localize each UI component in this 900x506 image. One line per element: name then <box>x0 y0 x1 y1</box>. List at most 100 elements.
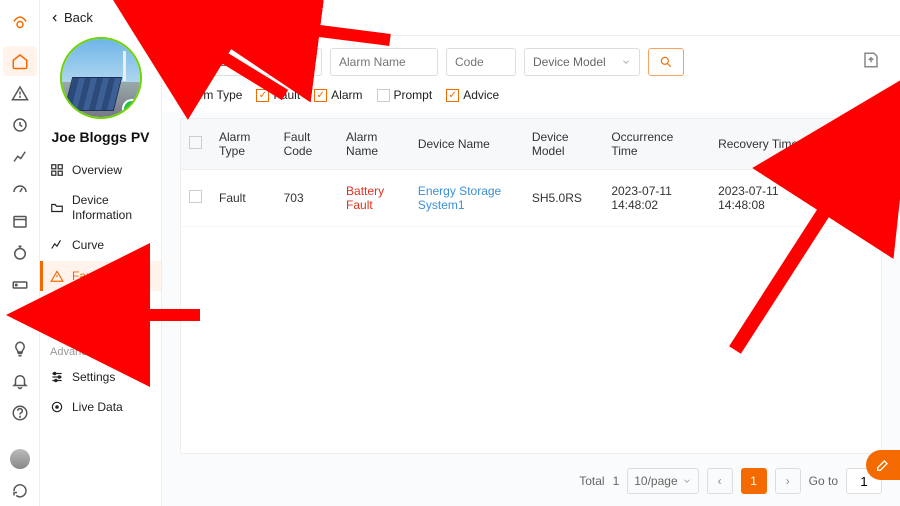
calendar-icon <box>191 56 203 68</box>
goto-label: Go to <box>809 474 838 488</box>
rail-help-icon[interactable] <box>3 398 37 428</box>
alert-icon <box>50 269 64 283</box>
plant-avatar-wrap: ✓ <box>40 33 161 125</box>
perpage-select[interactable]: 10/page <box>627 468 698 494</box>
sidebar-item-label: Overview <box>72 163 122 177</box>
sidebar-item-live-data[interactable]: Live Data <box>40 392 161 422</box>
search-button[interactable] <box>648 48 684 76</box>
page-number[interactable]: 1 <box>741 468 767 494</box>
filter-chk-fault[interactable]: ✓Fault <box>256 88 300 102</box>
row-detail-button[interactable] <box>820 194 836 208</box>
main-panel: Active Fault History 2023 Device Model A… <box>162 0 900 506</box>
gear-icon <box>50 306 64 320</box>
sliders-icon <box>50 370 64 384</box>
filter-chk-advice[interactable]: ✓Advice <box>446 88 499 102</box>
cell-alarm-type: Fault <box>211 170 276 227</box>
chevron-left-icon <box>50 13 60 23</box>
rail-gauge-icon[interactable] <box>3 174 37 204</box>
sidebar-item-label: Device Information <box>72 193 151 222</box>
col-operation: Operation <box>812 119 881 170</box>
rail-timer-icon[interactable] <box>3 238 37 268</box>
rail-clock-icon[interactable] <box>3 110 37 140</box>
edit-icon <box>875 457 891 473</box>
rail-chart-icon[interactable] <box>3 142 37 172</box>
chevron-down-icon <box>682 476 692 486</box>
sidebar-item-settings[interactable]: Settings <box>40 362 161 392</box>
fault-table: Alarm Type Fault Code Alarm Name Device … <box>180 118 882 454</box>
col-device-model: Device Model <box>524 119 603 170</box>
filter-chk-prompt[interactable]: ✓Prompt <box>377 88 433 102</box>
total-value: 1 <box>613 474 620 488</box>
alarm-type-bar: Alarm Type ✓Fault ✓Alarm ✓Prompt ✓Advice <box>162 88 900 112</box>
plant-title: Joe Bloggs PV <box>40 125 161 155</box>
tab-bar: Active Fault History <box>162 0 900 36</box>
tab-fault-history[interactable]: Fault History <box>243 10 316 35</box>
device-model-select[interactable]: Device Model <box>524 48 640 76</box>
select-all-checkbox[interactable] <box>189 136 202 149</box>
cell-occurrence: 2023-07-11 14:48:02 <box>603 170 710 227</box>
document-icon <box>820 189 836 205</box>
search-icon <box>659 55 673 69</box>
back-button[interactable]: Back <box>40 8 161 33</box>
alarm-name-field[interactable] <box>330 48 438 76</box>
filter-bar: 2023 Device Model <box>162 36 900 88</box>
advanced-section-label: Advanced <box>40 336 161 362</box>
sidebar-item-curve[interactable]: Curve <box>40 230 161 260</box>
cell-recovery: 2023-07-11 14:48:08 <box>710 170 812 227</box>
cell-device-name[interactable]: Energy Storage System1 <box>410 170 524 227</box>
icon-rail <box>0 0 40 506</box>
sidebar-item-label: Live Data <box>72 400 123 414</box>
filter-chk-alarm[interactable]: ✓Alarm <box>314 88 362 102</box>
sidebar-item-label: Fault <box>72 269 99 283</box>
rail-calendar-icon[interactable] <box>3 206 37 236</box>
rail-home-icon[interactable] <box>3 46 37 76</box>
alarm-type-label: Alarm Type <box>182 88 242 102</box>
curve-icon <box>50 238 64 252</box>
rail-link-icon[interactable] <box>3 302 37 332</box>
rail-idea-icon[interactable] <box>3 334 37 364</box>
fault-code-field[interactable] <box>446 48 516 76</box>
live-icon <box>50 400 64 414</box>
sidebar-item-label: Plant Configuration <box>72 299 151 328</box>
sidebar-nav-advanced: Settings Live Data <box>40 362 161 423</box>
col-fault-code: Fault Code <box>276 119 338 170</box>
grid-icon <box>50 163 64 177</box>
pagination-bar: Total 1 10/page ‹ 1 › Go to <box>162 460 900 506</box>
total-label: Total <box>579 474 604 488</box>
folder-icon <box>50 201 64 215</box>
sidebar-item-plant-config[interactable]: Plant Configuration <box>40 291 161 336</box>
col-occurrence: Occurrence Time <box>603 119 710 170</box>
row-checkbox[interactable] <box>189 190 202 203</box>
cell-device-model: SH5.0RS <box>524 170 603 227</box>
sidebar-nav: Overview Device Information Curve Fault … <box>40 155 161 336</box>
tab-active[interactable]: Active <box>182 10 217 35</box>
device-model-placeholder: Device Model <box>533 55 606 69</box>
next-page-button[interactable]: › <box>775 468 801 494</box>
app-logo-icon <box>3 8 37 38</box>
rail-storage-icon[interactable] <box>3 270 37 300</box>
export-button[interactable] <box>862 51 880 74</box>
chevron-down-icon <box>621 57 631 67</box>
cell-fault-code: 703 <box>276 170 338 227</box>
sidebar: Back ✓ Joe Bloggs PV Overview Device Inf… <box>40 0 162 506</box>
back-label: Back <box>64 10 93 25</box>
prev-page-button[interactable]: ‹ <box>707 468 733 494</box>
sidebar-item-fault[interactable]: Fault <box>40 261 161 291</box>
date-range-field[interactable]: 2023 <box>182 48 322 76</box>
col-alarm-type: Alarm Type <box>211 119 276 170</box>
feedback-fab[interactable] <box>866 450 900 480</box>
sidebar-item-label: Curve <box>72 238 104 252</box>
rail-alert-icon[interactable] <box>3 78 37 108</box>
col-device-name: Device Name <box>410 119 524 170</box>
plant-avatar: ✓ <box>60 37 142 119</box>
cell-alarm-name[interactable]: Battery Fault <box>338 170 410 227</box>
sidebar-item-overview[interactable]: Overview <box>40 155 161 185</box>
col-recovery: Recovery Time <box>710 119 812 170</box>
sidebar-item-label: Settings <box>72 370 115 384</box>
rail-bell-icon[interactable] <box>3 366 37 396</box>
rail-avatar[interactable] <box>3 444 37 474</box>
sidebar-item-device-info[interactable]: Device Information <box>40 185 161 230</box>
export-icon <box>862 51 880 69</box>
rail-refresh-icon[interactable] <box>3 476 37 506</box>
status-badge-icon: ✓ <box>122 99 142 119</box>
